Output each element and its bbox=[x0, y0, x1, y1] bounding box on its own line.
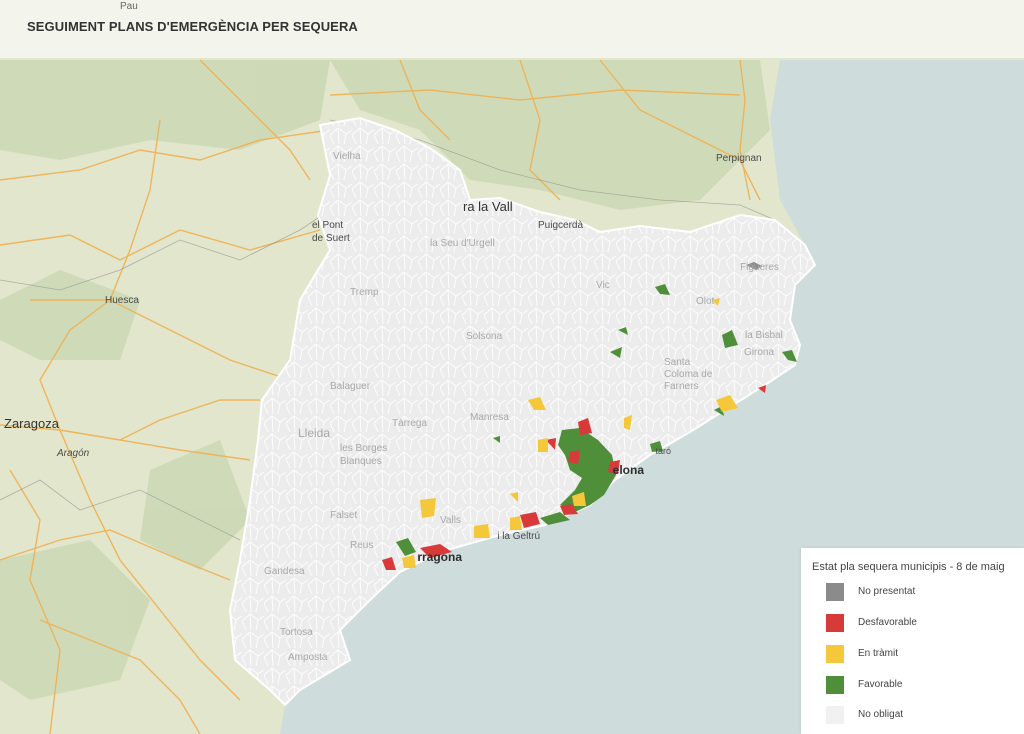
map-label-seu-urgell: la Seu d'Urgell bbox=[430, 238, 495, 249]
map-label-gandesa: Gandesa bbox=[264, 566, 305, 577]
map-label-puigcerda: Puigcerdà bbox=[538, 220, 584, 231]
map-label-manresa: Manresa bbox=[470, 412, 509, 423]
map-label-tarragona: Tarragona bbox=[418, 550, 462, 564]
legend-swatch-en-tramit bbox=[826, 645, 844, 663]
map-label-santa-coloma: Santa Coloma de Farners bbox=[664, 357, 713, 392]
map-label-vic: Vic bbox=[596, 280, 610, 291]
map-label-valls: Valls bbox=[440, 515, 461, 526]
legend-label: Favorable bbox=[858, 679, 903, 690]
map-label-figueres: Figueres bbox=[740, 262, 779, 273]
legend-swatch-no-presentat bbox=[826, 583, 844, 601]
map-label-balaguer: Balaguer bbox=[330, 381, 371, 392]
map-label-tarrega: Tàrrega bbox=[392, 418, 428, 429]
municipality-en-tramit[interactable] bbox=[474, 524, 490, 538]
municipality-en-tramit[interactable] bbox=[538, 438, 548, 452]
map-label-mataro: Mataró bbox=[656, 446, 671, 456]
title-bar: SEGUIMENT PLANS D'EMERGÈNCIA PER SEQUERA bbox=[0, 0, 1024, 58]
map-label-huesca: Huesca bbox=[105, 295, 139, 306]
map-label-vilanova: Vilanova i la Geltrú bbox=[498, 531, 540, 542]
map-label-solsona: Solsona bbox=[466, 331, 503, 342]
map-label-zaragoza: Zaragoza bbox=[4, 416, 59, 431]
map-label-barcelona: Barcelona bbox=[612, 463, 644, 477]
legend-swatch-no-obligat bbox=[826, 706, 844, 724]
map-label-aragon: Aragón bbox=[57, 448, 90, 459]
legend-label: No presentat bbox=[858, 586, 916, 597]
map-label-perpignan: Perpignan bbox=[716, 153, 762, 164]
map-label-girona: Girona bbox=[744, 347, 775, 358]
map-label-reus: Reus bbox=[350, 540, 374, 551]
legend-label: Desfavorable bbox=[858, 617, 917, 628]
municipality-en-tramit[interactable] bbox=[510, 516, 522, 530]
map-label-pont-suert: el Pont de Suert bbox=[312, 220, 350, 244]
map-label-amposta: Amposta bbox=[288, 652, 328, 663]
map-label-pau: Pau bbox=[120, 1, 138, 12]
map-label-vielha: Vielha bbox=[333, 151, 361, 162]
map-label-tremp: Tremp bbox=[350, 287, 379, 298]
map-label-falset: Falset bbox=[330, 510, 358, 521]
map-label-les-borges: les Borges Blanques bbox=[340, 443, 388, 467]
page-title: SEGUIMENT PLANS D'EMERGÈNCIA PER SEQUERA bbox=[27, 19, 358, 34]
municipality-en-tramit[interactable] bbox=[420, 498, 436, 518]
map-label-lleida: Lleida bbox=[298, 426, 331, 440]
map-label-tortosa: Tortosa bbox=[280, 627, 313, 638]
legend-label: No obligat bbox=[858, 709, 904, 720]
legend-swatch-desfavorable bbox=[826, 614, 844, 632]
map-label-la-vall: ra la Vall bbox=[463, 199, 513, 214]
map-label-la-bisbal: la Bisbal bbox=[745, 330, 783, 341]
legend-label: En tràmit bbox=[858, 648, 899, 659]
map-legend: Estat pla sequera municipis - 8 de maig … bbox=[801, 548, 1024, 734]
map-label-olot: Olot bbox=[696, 296, 715, 307]
legend-title: Estat pla sequera municipis - 8 de maig bbox=[812, 561, 1005, 573]
legend-swatch-favorable bbox=[826, 676, 844, 694]
